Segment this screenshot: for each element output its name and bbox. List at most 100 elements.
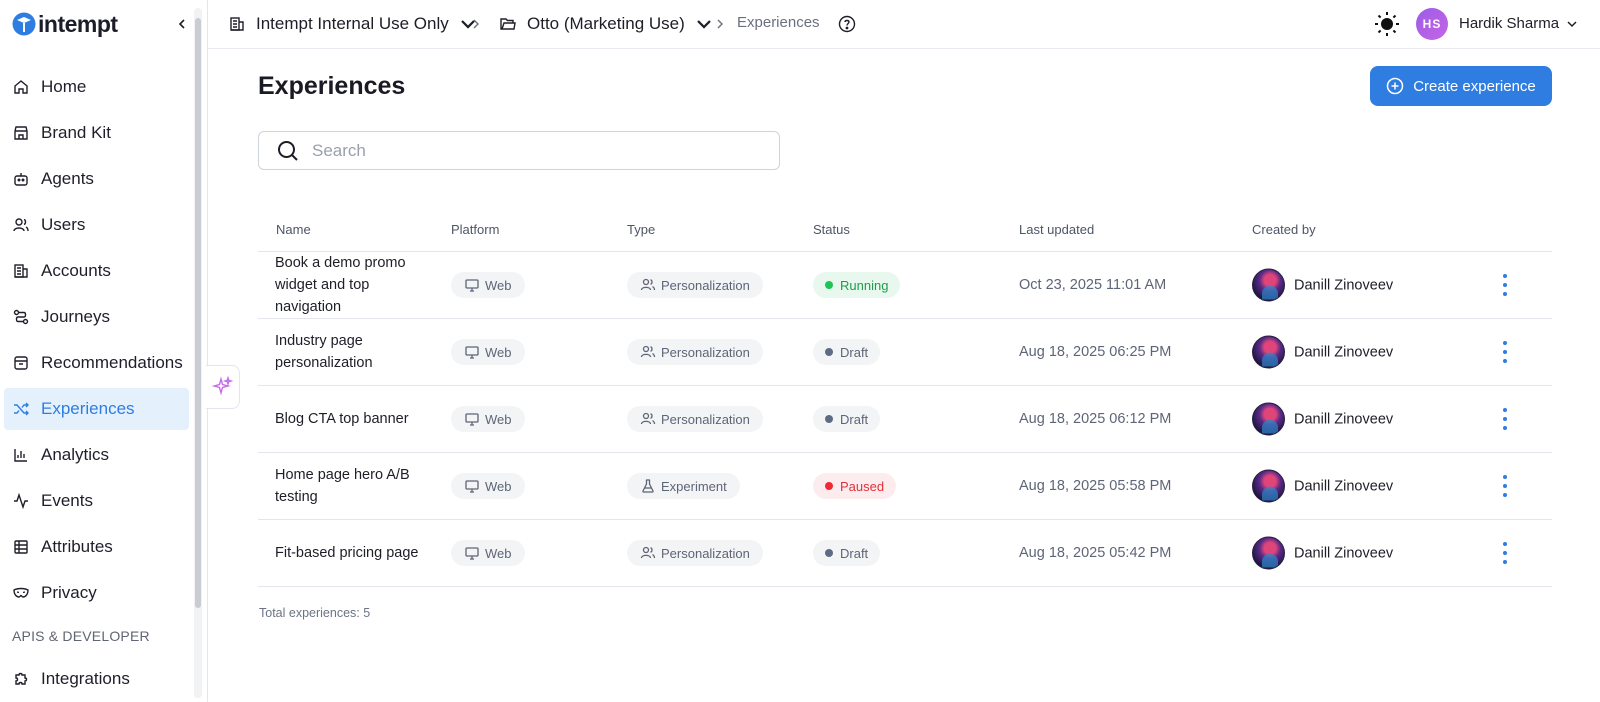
experience-name[interactable]: Blog CTA top banner — [275, 408, 425, 430]
breadcrumb-project[interactable]: Otto (Marketing Use) — [499, 12, 713, 36]
sidebar-item-accounts[interactable]: Accounts — [4, 250, 189, 292]
sidebar-item-experiences[interactable]: Experiences — [4, 388, 189, 430]
chevron-right-icon — [473, 19, 479, 29]
creator-avatar — [1252, 335, 1285, 369]
platform-label: Web — [485, 411, 512, 427]
user-name[interactable]: Hardik Sharma — [1459, 15, 1559, 32]
create-experience-button[interactable]: Create experience — [1370, 66, 1552, 106]
sidebar-bottom-nav: Integrations — [4, 658, 189, 702]
table-icon — [14, 540, 28, 554]
chevron-down-icon[interactable] — [1566, 18, 1578, 30]
user-avatar[interactable]: HS — [1416, 8, 1448, 40]
platform-chip: Web — [451, 540, 525, 566]
sidebar-item-attributes[interactable]: Attributes — [4, 526, 189, 568]
sidebar-item-label: Agents — [41, 169, 94, 188]
kebab-dot — [1503, 551, 1507, 555]
page-title: Experiences — [258, 72, 406, 100]
sidebar-item-home[interactable]: Home — [4, 66, 189, 108]
type-label: Personalization — [661, 545, 750, 561]
sidebar-item-analytics[interactable]: Analytics — [4, 434, 189, 476]
sidebar-scrollbar-thumb[interactable] — [195, 18, 201, 608]
platform-chip: Web — [451, 473, 525, 499]
chevron-left-icon — [178, 19, 185, 29]
kebab-dot — [1503, 274, 1507, 278]
column-header-platform[interactable]: Platform — [451, 222, 499, 237]
experience-name[interactable]: Book a demo promo widget and top navigat… — [275, 252, 425, 318]
experience-name[interactable]: Industry page personalization — [275, 330, 425, 374]
column-header-last-updated[interactable]: Last updated — [1019, 222, 1094, 237]
status-badge: Draft — [813, 339, 881, 365]
chevron-right-icon — [717, 19, 723, 29]
kebab-dot — [1503, 484, 1507, 488]
table-row[interactable]: Industry page personalization Web Person… — [258, 319, 1552, 386]
column-header-status[interactable]: Status — [813, 222, 850, 237]
brand-logo[interactable]: intempt — [12, 10, 192, 38]
search-box[interactable] — [258, 131, 780, 170]
sidebar-item-label: Analytics — [41, 445, 110, 464]
created-by: Danill Zinoveev — [1252, 268, 1393, 302]
platform-label: Web — [485, 478, 512, 494]
status-badge: Draft — [813, 540, 881, 566]
kebab-dot — [1503, 542, 1507, 546]
column-header-created-by[interactable]: Created by — [1252, 222, 1316, 237]
column-header-name[interactable]: Name — [276, 222, 311, 237]
sparkle-icon — [211, 376, 233, 396]
monitor-icon — [465, 279, 479, 292]
shuffle-icon — [14, 402, 29, 416]
type-label: Personalization — [661, 344, 750, 360]
home-icon — [14, 80, 28, 94]
kebab-dot — [1503, 341, 1507, 345]
sidebar-item-users[interactable]: Users — [4, 204, 189, 246]
activity-icon — [14, 492, 28, 510]
help-circle-icon[interactable] — [838, 15, 856, 33]
row-actions-menu-button[interactable] — [1498, 408, 1512, 430]
sidebar: intempt Home Brand Kit Agents Users Acco… — [0, 0, 208, 702]
platform-chip: Web — [451, 406, 525, 432]
experience-name[interactable]: Fit-based pricing page — [275, 542, 425, 564]
kebab-dot — [1503, 359, 1507, 363]
create-experience-label: Create experience — [1413, 77, 1536, 95]
sidebar-item-journeys[interactable]: Journeys — [4, 296, 189, 338]
sun-icon[interactable] — [1374, 11, 1400, 37]
collapse-sidebar-button[interactable] — [172, 14, 192, 34]
search-input[interactable] — [312, 140, 752, 161]
row-actions-menu-button[interactable] — [1498, 341, 1512, 363]
table-row[interactable]: Fit-based pricing page Web Personalizati… — [258, 520, 1552, 587]
kebab-dot — [1503, 283, 1507, 287]
sidebar-item-label: Brand Kit — [41, 123, 111, 142]
ai-assistant-toggle[interactable] — [206, 365, 240, 409]
kebab-dot — [1503, 417, 1507, 421]
status-badge: Draft — [813, 406, 881, 432]
experience-name[interactable]: Home page hero A/B testing — [275, 464, 425, 508]
breadcrumb-org[interactable]: Intempt Internal Use Only — [228, 12, 477, 36]
sidebar-item-integrations[interactable]: Integrations — [4, 658, 189, 700]
kebab-dot — [1503, 426, 1507, 430]
status-badge: Paused — [813, 473, 897, 499]
users-icon — [640, 412, 656, 425]
table-row[interactable]: Blog CTA top banner Web Personalization … — [258, 386, 1552, 453]
table-row[interactable]: Book a demo promo widget and top navigat… — [258, 252, 1552, 319]
status-label: Draft — [840, 411, 869, 427]
table-row[interactable]: Home page hero A/B testing Web Experimen… — [258, 453, 1552, 520]
experiences-table: Name Platform Type Status Last updated C… — [258, 206, 1552, 587]
status-dot — [825, 415, 833, 423]
sidebar-item-agents[interactable]: Agents — [4, 158, 189, 200]
row-actions-menu-button[interactable] — [1498, 274, 1512, 296]
users-icon — [640, 345, 656, 358]
sidebar-item-brand-kit[interactable]: Brand Kit — [4, 112, 189, 154]
sidebar-item-label: Privacy — [41, 583, 97, 602]
brand-name: intempt — [38, 10, 118, 37]
column-header-type[interactable]: Type — [627, 222, 655, 237]
sidebar-item-events[interactable]: Events — [4, 480, 189, 522]
sidebar-item-recommendations[interactable]: Recommendations — [4, 342, 189, 384]
sidebar-nav: Home Brand Kit Agents Users Accounts Jou… — [4, 66, 189, 618]
type-label: Personalization — [661, 411, 750, 427]
row-actions-menu-button[interactable] — [1498, 542, 1512, 564]
status-label: Draft — [840, 545, 869, 561]
kebab-dot — [1503, 292, 1507, 296]
status-label: Running — [840, 277, 889, 293]
row-actions-menu-button[interactable] — [1498, 475, 1512, 497]
last-updated: Aug 18, 2025 05:58 PM — [1019, 478, 1172, 494]
sidebar-item-label: Experiences — [41, 399, 135, 418]
sidebar-item-privacy[interactable]: Privacy — [4, 572, 189, 614]
